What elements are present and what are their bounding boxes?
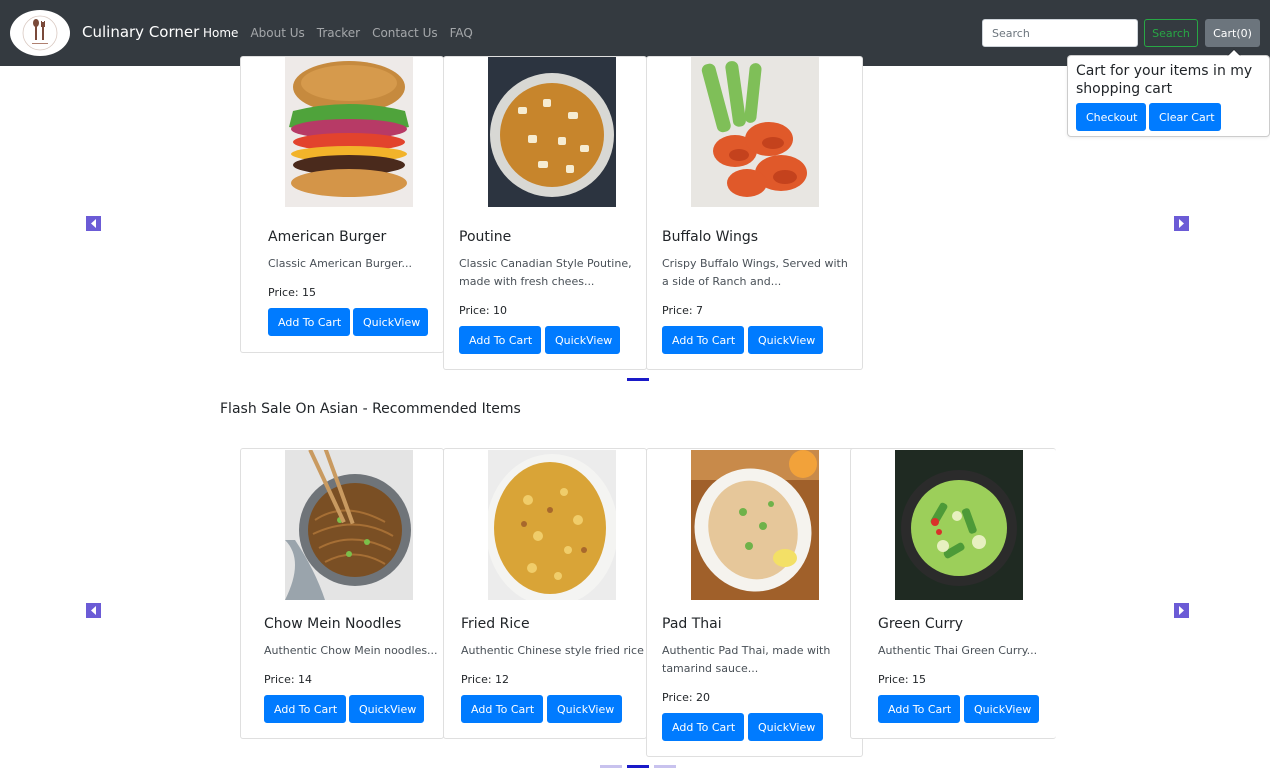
product-name: Chow Mein Noodles [264,616,402,632]
green-curry-image[interactable] [895,450,1023,600]
product-description: Authentic Chinese style fried rice... [461,644,645,657]
quickview-button[interactable]: QuickView [545,326,620,354]
product-price: Price: 20 [662,691,711,704]
american-burger-image[interactable] [285,57,413,207]
utensils-logo-icon[interactable] [10,10,70,56]
cart-button[interactable]: Cart(0) [1205,19,1260,47]
carousel-1-indicator[interactable] [627,378,649,381]
product-card-chow-mein: Chow Mein Noodles Authentic Chow Mein no… [240,448,444,739]
product-description: Classic American Burger... [268,257,412,270]
product-name: Buffalo Wings [662,229,759,245]
search-button[interactable]: Search [1144,19,1198,47]
carousel-1-prev[interactable] [86,216,101,231]
quickview-button[interactable]: QuickView [547,695,622,723]
add-to-cart-button[interactable]: Add To Cart [459,326,541,354]
section-title: Flash Sale On Asian - Recommended Items [220,401,521,417]
carousel-2-next[interactable] [1174,603,1189,618]
product-card-pad-thai: Pad Thai Authentic Pad Thai, made with t… [646,448,863,757]
carousel-2-indicator-2[interactable] [627,765,649,768]
product-card-american-burger: American Burger Classic American Burger.… [240,56,444,353]
quickview-button[interactable]: QuickView [748,713,823,741]
product-card-poutine: Poutine Classic Canadian Style Poutine, … [443,56,647,370]
cart-popover: Cart for your items in my shopping cart … [1067,49,1270,137]
product-card-green-curry: Green Curry Authentic Thai Green Curry..… [850,448,1056,739]
add-to-cart-button[interactable]: Add To Cart [662,326,744,354]
product-description: Authentic Pad Thai, made with tamarind s… [662,644,831,675]
quickview-button[interactable]: QuickView [748,326,823,354]
chevron-left-icon [91,606,96,615]
product-name: American Burger [268,229,387,245]
product-card-fried-rice: Fried Rice Authentic Chinese style fried… [443,448,647,739]
carousel-1-next[interactable] [1174,216,1189,231]
product-description: Authentic Chow Mein noodles... [264,644,438,657]
product-price: Price: 15 [268,286,317,299]
product-description: Classic Canadian Style Poutine, made wit… [459,257,632,288]
quickview-button[interactable]: QuickView [349,695,424,723]
add-to-cart-button[interactable]: Add To Cart [264,695,346,723]
nav-contact-link[interactable]: Contact Us [372,26,438,40]
brand-name[interactable]: Culinary Corner [82,23,199,41]
chow-mein-image[interactable] [285,450,413,600]
fried-rice-image[interactable] [488,450,616,600]
poutine-image[interactable] [488,57,616,207]
product-price: Price: 10 [459,304,508,317]
product-card-buffalo-wings: Buffalo Wings Crispy Buffalo Wings, Serv… [646,56,863,370]
carousel-2-indicator-1[interactable] [600,765,622,768]
nav-home-link[interactable]: Home [203,26,238,40]
product-price: Price: 14 [264,673,313,686]
chevron-right-icon [1179,606,1184,615]
nav-tracker-link[interactable]: Tracker [317,26,360,40]
checkout-button[interactable]: Checkout [1076,103,1146,131]
add-to-cart-button[interactable]: Add To Cart [878,695,960,723]
popover-arrow [1227,49,1241,56]
quickview-button[interactable]: QuickView [964,695,1039,723]
product-price: Price: 7 [662,304,704,317]
carousel-2-prev[interactable] [86,603,101,618]
product-name: Pad Thai [662,616,722,632]
product-price: Price: 12 [461,673,510,686]
quickview-button[interactable]: QuickView [353,308,428,336]
carousel-2-indicator-3[interactable] [654,765,676,768]
clear-cart-button[interactable]: Clear Cart [1149,103,1221,131]
cart-popover-text: Cart for your items in my shopping cart [1076,63,1253,97]
product-name: Fried Rice [461,616,530,632]
chevron-left-icon [91,219,96,228]
nav-about-link[interactable]: About Us [250,26,304,40]
product-name: Green Curry [878,616,964,632]
add-to-cart-button[interactable]: Add To Cart [662,713,744,741]
product-price: Price: 15 [878,673,927,686]
product-name: Poutine [459,229,512,245]
nav-links: Home About Us Tracker Contact Us FAQ [203,26,473,40]
buffalo-wings-image[interactable] [691,57,819,207]
search-input[interactable] [982,19,1138,47]
chevron-right-icon [1179,219,1184,228]
product-description: Authentic Thai Green Curry... [878,644,1038,657]
nav-faq-link[interactable]: FAQ [450,26,473,40]
add-to-cart-button[interactable]: Add To Cart [461,695,543,723]
pad-thai-image[interactable] [691,450,819,600]
product-description: Crispy Buffalo Wings, Served with a side… [662,257,848,288]
add-to-cart-button[interactable]: Add To Cart [268,308,350,336]
